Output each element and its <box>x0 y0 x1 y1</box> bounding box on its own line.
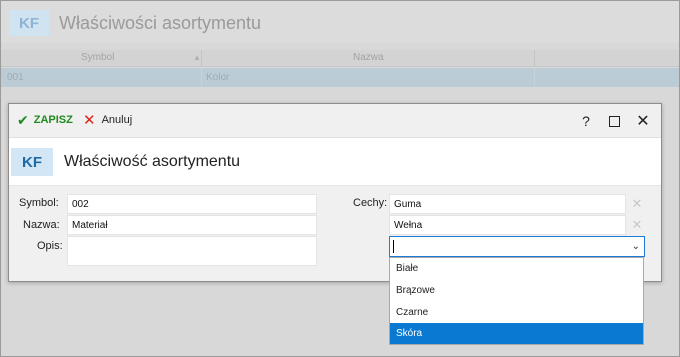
row-nazwa: Kolor <box>206 72 230 83</box>
cechy-label: Cechy: <box>353 197 388 209</box>
help-button[interactable]: ? <box>577 113 595 129</box>
cecha-dropdown-list: Białe Brązowe Czarne Skóra <box>389 257 644 345</box>
cancel-button[interactable]: ✕ Anuluj <box>83 111 133 129</box>
maximize-button[interactable] <box>605 113 623 129</box>
background-logo: KF <box>9 10 49 36</box>
remove-cecha-icon[interactable]: ✕ <box>630 196 644 212</box>
opis-textarea[interactable] <box>67 236 317 266</box>
close-icon: ✕ <box>636 113 650 130</box>
column-separator <box>534 50 535 67</box>
column-separator <box>201 50 202 67</box>
cecha-input[interactable]: Guma <box>389 194 626 214</box>
text-caret <box>393 240 394 253</box>
nazwa-input[interactable]: Materiał <box>67 215 317 235</box>
dropdown-option[interactable]: Brązowe <box>390 280 643 301</box>
background-table-header: Symbol ▲ Nazwa <box>1 50 679 67</box>
close-x-icon: ✕ <box>83 111 96 129</box>
column-header-symbol[interactable]: Symbol <box>81 52 114 63</box>
chevron-down-icon[interactable]: ⌄ <box>632 241 640 252</box>
close-button[interactable]: ✕ <box>634 113 652 130</box>
nazwa-label: Nazwa: <box>23 219 60 231</box>
column-separator <box>201 68 202 87</box>
background-table-row[interactable]: 001 Kolor <box>1 68 679 87</box>
remove-cecha-icon[interactable]: ✕ <box>630 217 644 233</box>
row-symbol: 001 <box>7 72 24 83</box>
background-header: KF Właściwości asortymentu <box>1 1 679 43</box>
maximize-icon <box>608 115 620 127</box>
dialog-toolbar: ✔ ZAPISZ ✕ Anuluj ? ✕ <box>9 104 661 138</box>
cecha-combobox[interactable]: ⌄ <box>389 236 645 257</box>
column-header-nazwa[interactable]: Nazwa <box>353 52 384 63</box>
opis-label: Opis: <box>37 240 63 252</box>
sort-up-icon: ▲ <box>193 53 201 62</box>
cancel-label: Anuluj <box>101 114 133 126</box>
column-separator <box>534 68 535 87</box>
save-label: ZAPISZ <box>33 114 73 126</box>
symbol-input[interactable]: 002 <box>67 194 317 214</box>
dropdown-option[interactable]: Czarne <box>390 302 643 323</box>
save-button[interactable]: ✔ ZAPISZ <box>17 111 73 128</box>
dialog-header: KF Właściwość asortymentu <box>9 138 661 186</box>
dropdown-option[interactable]: Białe <box>390 258 643 279</box>
checkmark-icon: ✔ <box>17 111 29 128</box>
symbol-label: Symbol: <box>19 197 59 209</box>
background-title: Właściwości asortymentu <box>59 13 262 33</box>
dropdown-option-selected[interactable]: Skóra <box>390 323 643 344</box>
cecha-input[interactable]: Wełna <box>389 215 626 235</box>
dialog-logo: KF <box>11 148 53 176</box>
dialog-title: Właściwość asortymentu <box>64 153 241 170</box>
